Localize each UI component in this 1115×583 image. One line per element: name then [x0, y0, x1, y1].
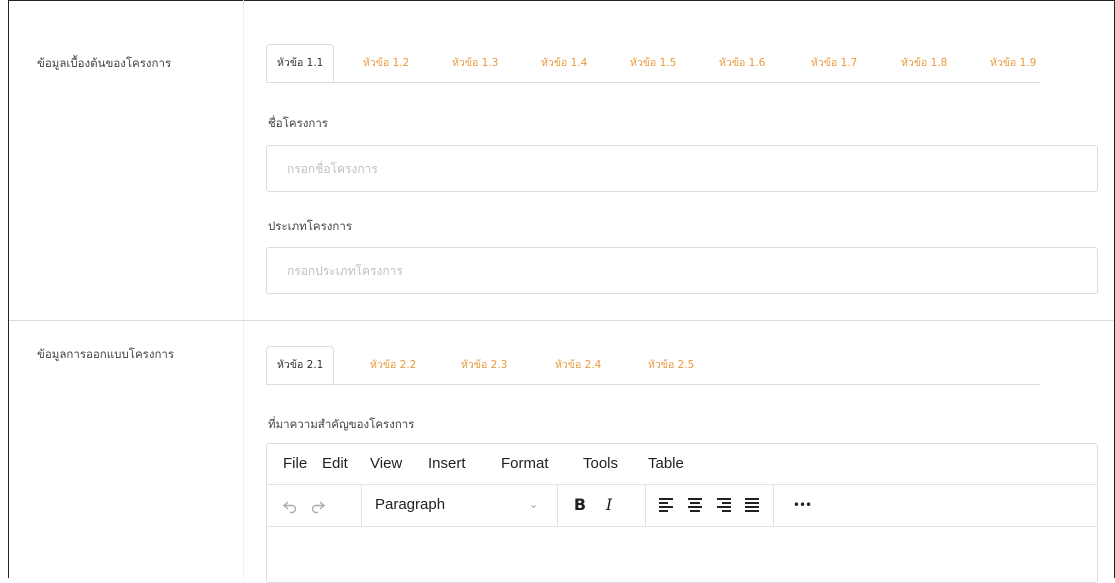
project-name-label: ชื่อโครงการ: [268, 116, 328, 130]
tab-2-4[interactable]: หัวข้อ 2.4: [555, 346, 601, 384]
chevron-down-icon: ⌄: [529, 498, 539, 511]
block-format-select[interactable]: Paragraph: [375, 484, 445, 526]
toolbar-separator: [645, 484, 646, 526]
section-divider: [9, 320, 1114, 321]
section-label-design-info: ข้อมูลการออกแบบโครงการ: [37, 347, 175, 361]
align-center-icon[interactable]: [688, 497, 704, 513]
tab-1-7[interactable]: หัวข้อ 1.7: [811, 44, 857, 82]
align-justify-icon[interactable]: [745, 497, 761, 513]
tab-1-5[interactable]: หัวข้อ 1.5: [630, 44, 676, 82]
menu-file[interactable]: File: [283, 444, 307, 484]
column-divider: [243, 0, 244, 578]
toolbar-separator: [773, 484, 774, 526]
align-right-icon[interactable]: [717, 497, 733, 513]
tabbar-section1: หัวข้อ 1.1 หัวข้อ 1.2 หัวข้อ 1.3 หัวข้อ …: [266, 44, 1040, 83]
menu-table[interactable]: Table: [648, 444, 684, 484]
toolbar-separator: [361, 484, 362, 526]
menu-tools[interactable]: Tools: [583, 444, 618, 484]
project-type-label: ประเภทโครงการ: [268, 219, 353, 233]
menu-format[interactable]: Format: [501, 444, 549, 484]
frame-top-border: [8, 0, 1115, 1]
section-label-basic-info: ข้อมูลเบื้องต้นของโครงการ: [37, 56, 172, 70]
tab-2-2[interactable]: หัวข้อ 2.2: [370, 346, 416, 384]
more-options-icon[interactable]: •••: [787, 484, 817, 526]
tab-1-8[interactable]: หัวข้อ 1.8: [901, 44, 947, 82]
project-type-input[interactable]: [266, 247, 1098, 294]
tab-1-1[interactable]: หัวข้อ 1.1: [266, 44, 335, 82]
undo-icon[interactable]: [279, 484, 301, 526]
tabbar-section2: หัวข้อ 2.1 หัวข้อ 2.2 หัวข้อ 2.3 หัวข้อ …: [266, 346, 1040, 385]
editor-menubar: File Edit View Insert Format Tools Table: [267, 444, 1097, 485]
redo-icon[interactable]: [307, 484, 329, 526]
tab-2-3[interactable]: หัวข้อ 2.3: [461, 346, 507, 384]
menu-insert[interactable]: Insert: [428, 444, 466, 484]
editor-toolbar: Paragraph ⌄ B I •••: [267, 484, 1097, 527]
tab-1-3[interactable]: หัวข้อ 1.3: [452, 44, 498, 82]
italic-button[interactable]: I: [596, 484, 622, 526]
bold-button[interactable]: B: [567, 484, 593, 526]
project-name-input[interactable]: [266, 145, 1098, 192]
menu-view[interactable]: View: [370, 444, 402, 484]
tab-1-9[interactable]: หัวข้อ 1.9: [990, 44, 1036, 82]
tab-1-4[interactable]: หัวข้อ 1.4: [541, 44, 587, 82]
toolbar-separator: [557, 484, 558, 526]
align-left-icon[interactable]: [659, 497, 675, 513]
rich-text-editor: File Edit View Insert Format Tools Table…: [266, 443, 1098, 583]
project-background-label: ที่มาความสำคัญของโครงการ: [268, 417, 415, 431]
tab-2-1[interactable]: หัวข้อ 2.1: [266, 346, 335, 384]
tab-2-5[interactable]: หัวข้อ 2.5: [648, 346, 694, 384]
tab-1-2[interactable]: หัวข้อ 1.2: [363, 44, 409, 82]
frame-left-border: [8, 0, 9, 578]
tab-1-6[interactable]: หัวข้อ 1.6: [719, 44, 765, 82]
menu-edit[interactable]: Edit: [322, 444, 348, 484]
